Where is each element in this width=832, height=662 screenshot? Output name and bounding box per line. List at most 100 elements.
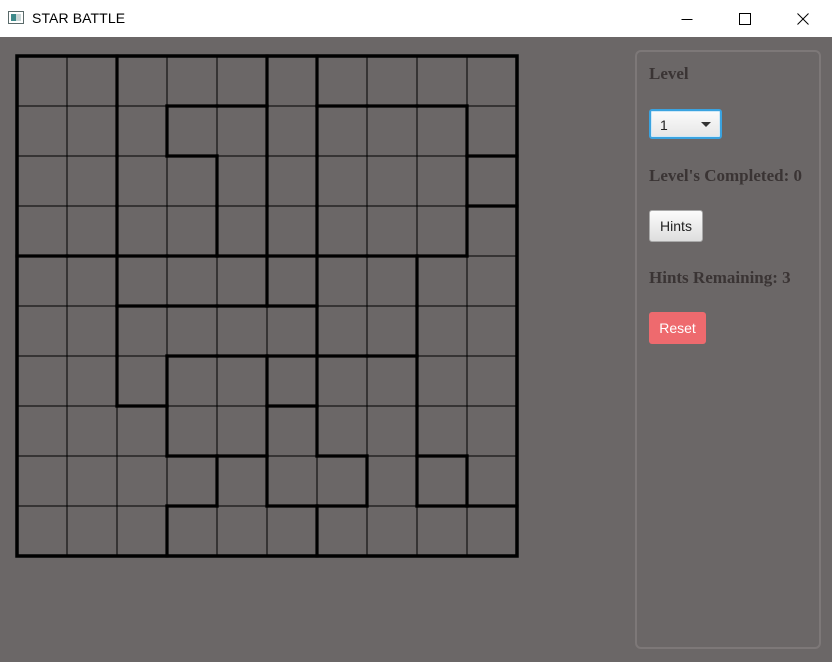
board-cell[interactable]: [167, 356, 217, 406]
board-cell[interactable]: [467, 356, 517, 406]
board-cell[interactable]: [117, 106, 167, 156]
board-cell[interactable]: [317, 256, 367, 306]
board-cell[interactable]: [317, 506, 367, 556]
board-cell[interactable]: [367, 106, 417, 156]
board-cell[interactable]: [467, 456, 517, 506]
board-cell[interactable]: [67, 106, 117, 156]
level-select[interactable]: 1: [649, 109, 722, 139]
board-cell[interactable]: [167, 206, 217, 256]
board-cell[interactable]: [367, 206, 417, 256]
board-cell[interactable]: [417, 156, 467, 206]
board-cell[interactable]: [117, 256, 167, 306]
board-cell[interactable]: [17, 256, 67, 306]
board-cell[interactable]: [417, 506, 467, 556]
board-cell[interactable]: [17, 456, 67, 506]
board-cell[interactable]: [67, 306, 117, 356]
board-cell[interactable]: [267, 256, 317, 306]
board-cell[interactable]: [167, 406, 217, 456]
board-cell[interactable]: [367, 456, 417, 506]
board-cell[interactable]: [317, 306, 367, 356]
board-cell[interactable]: [267, 56, 317, 106]
board-cell[interactable]: [267, 406, 317, 456]
board-cell[interactable]: [367, 256, 417, 306]
board-cell[interactable]: [217, 406, 267, 456]
board-cell[interactable]: [317, 56, 367, 106]
board-cell[interactable]: [467, 56, 517, 106]
board-cell[interactable]: [117, 456, 167, 506]
board-cell[interactable]: [317, 456, 367, 506]
board-cell[interactable]: [17, 506, 67, 556]
board-cell[interactable]: [467, 406, 517, 456]
board-cell[interactable]: [167, 156, 217, 206]
board-cell[interactable]: [67, 206, 117, 256]
board-cell[interactable]: [217, 506, 267, 556]
board-cell[interactable]: [217, 56, 267, 106]
board-cell[interactable]: [367, 306, 417, 356]
board-cell[interactable]: [117, 506, 167, 556]
board-cell[interactable]: [317, 106, 367, 156]
board-cell[interactable]: [417, 206, 467, 256]
board-cell[interactable]: [167, 106, 217, 156]
board-cell[interactable]: [317, 356, 367, 406]
board-cell[interactable]: [267, 506, 317, 556]
board-cell[interactable]: [367, 356, 417, 406]
board-cell[interactable]: [467, 256, 517, 306]
board-cell[interactable]: [367, 506, 417, 556]
board-cell[interactable]: [467, 106, 517, 156]
board-cell[interactable]: [417, 456, 467, 506]
board-cell[interactable]: [417, 256, 467, 306]
board-cell[interactable]: [217, 256, 267, 306]
hints-button[interactable]: Hints: [649, 210, 703, 242]
maximize-button[interactable]: [722, 0, 768, 37]
board-cell[interactable]: [117, 356, 167, 406]
board-cell[interactable]: [167, 506, 217, 556]
board-cell[interactable]: [367, 156, 417, 206]
board-cell[interactable]: [467, 506, 517, 556]
board-cell[interactable]: [267, 456, 317, 506]
board-cell[interactable]: [317, 406, 367, 456]
board-cell[interactable]: [167, 56, 217, 106]
board-cell[interactable]: [467, 306, 517, 356]
board-cell[interactable]: [117, 156, 167, 206]
board-cell[interactable]: [417, 406, 467, 456]
board-cell[interactable]: [317, 206, 367, 256]
board-cell[interactable]: [167, 256, 217, 306]
board-cell[interactable]: [267, 106, 317, 156]
board-cell[interactable]: [417, 356, 467, 406]
board-cell[interactable]: [167, 306, 217, 356]
board-cell[interactable]: [467, 156, 517, 206]
board-cell[interactable]: [67, 156, 117, 206]
board-cell[interactable]: [217, 156, 267, 206]
board-cell[interactable]: [267, 356, 317, 406]
board-cell[interactable]: [117, 206, 167, 256]
board-cell[interactable]: [117, 56, 167, 106]
board-cell[interactable]: [17, 306, 67, 356]
board-cell[interactable]: [267, 306, 317, 356]
board-cell[interactable]: [67, 506, 117, 556]
board-cell[interactable]: [217, 356, 267, 406]
board-cell[interactable]: [367, 56, 417, 106]
board-cell[interactable]: [417, 306, 467, 356]
close-button[interactable]: [780, 0, 826, 37]
board-cell[interactable]: [317, 156, 367, 206]
reset-button[interactable]: Reset: [649, 312, 706, 344]
board-cell[interactable]: [17, 56, 67, 106]
board-cell[interactable]: [17, 406, 67, 456]
board-cell[interactable]: [217, 206, 267, 256]
board-cell[interactable]: [17, 206, 67, 256]
board-cell[interactable]: [217, 456, 267, 506]
board-cell[interactable]: [117, 306, 167, 356]
board-cell[interactable]: [17, 156, 67, 206]
board-cell[interactable]: [17, 356, 67, 406]
board-cell[interactable]: [217, 306, 267, 356]
board-cell[interactable]: [67, 56, 117, 106]
minimize-button[interactable]: [664, 0, 710, 37]
board-cell[interactable]: [17, 106, 67, 156]
board-cell[interactable]: [417, 106, 467, 156]
board-cell[interactable]: [67, 356, 117, 406]
board-cell[interactable]: [267, 206, 317, 256]
board-cell[interactable]: [417, 56, 467, 106]
board-cell[interactable]: [367, 406, 417, 456]
board-cell[interactable]: [117, 406, 167, 456]
board-cell[interactable]: [267, 156, 317, 206]
